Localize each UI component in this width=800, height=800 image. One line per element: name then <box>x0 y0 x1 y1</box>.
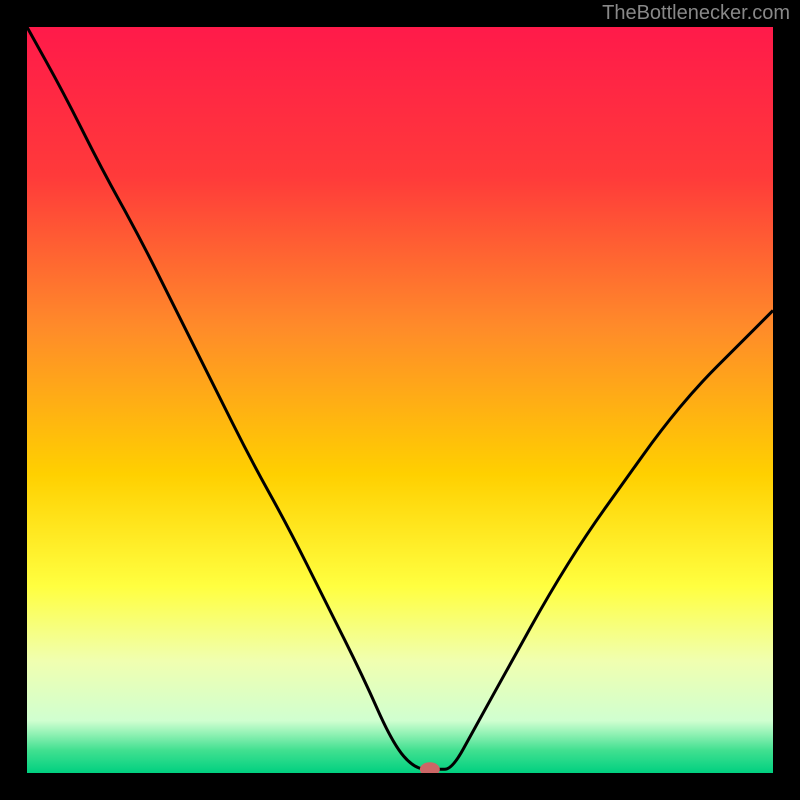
gradient-background <box>27 27 773 773</box>
chart-svg <box>27 27 773 773</box>
bottleneck-chart: TheBottlenecker.com <box>0 0 800 800</box>
plot-area <box>27 27 773 773</box>
watermark-text: TheBottlenecker.com <box>602 2 790 25</box>
